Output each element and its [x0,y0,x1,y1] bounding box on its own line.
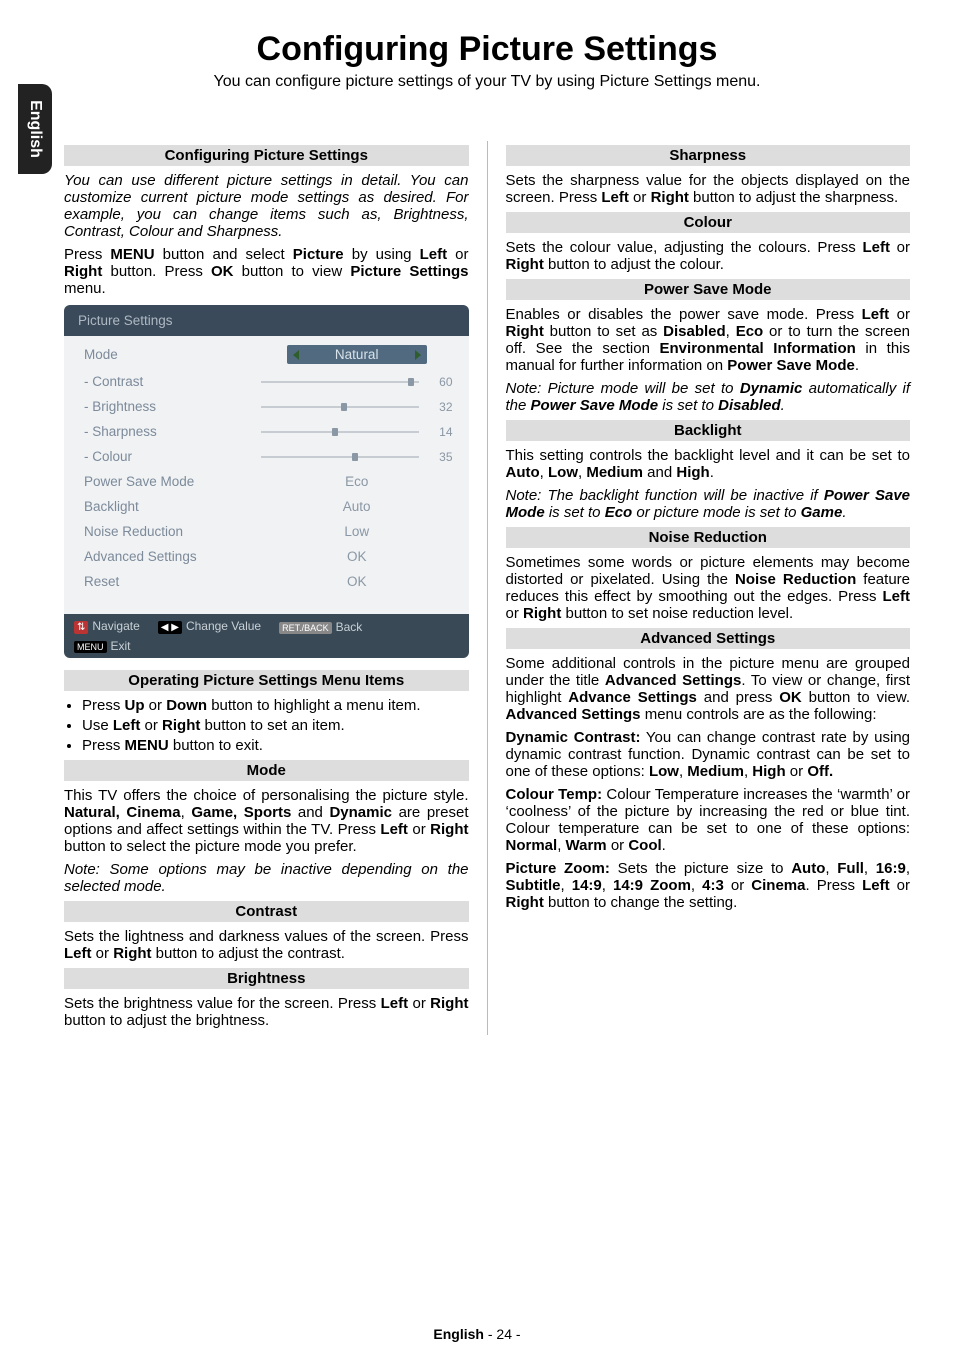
menu-row-advanced[interactable]: Advanced Settings OK [66,544,467,569]
menu-row-mode[interactable]: Mode Natural [66,340,467,369]
section-heading-brightness: Brightness [64,968,469,989]
mode-note: Note: Some options may be inactive depen… [64,861,469,895]
slider-thumb-icon[interactable] [332,428,338,436]
slider-thumb-icon[interactable] [408,378,414,386]
noise-text: Sometimes some words or picture elements… [506,554,911,622]
menu-row-psm[interactable]: Power Save Mode Eco [66,469,467,494]
menu-label-contrast: - Contrast [84,374,246,389]
section-heading-noise: Noise Reduction [506,527,911,548]
menu-row-contrast[interactable]: - Contrast 60 [66,369,467,394]
section-heading-configuring: Configuring Picture Settings [64,145,469,166]
colour-text: Sets the colour value, adjusting the col… [506,239,911,273]
configuring-instructions: Press MENU button and select Picture by … [64,246,469,297]
menu-label-psm: Power Save Mode [84,474,246,489]
updown-icon: ⇅ [74,621,88,634]
section-heading-colour: Colour [506,212,911,233]
backlight-text: This setting controls the backlight leve… [506,447,911,481]
section-heading-mode: Mode [64,760,469,781]
dynamic-contrast-text: Dynamic Contrast: You can change contras… [506,729,911,780]
column-divider [487,141,488,1035]
configuring-intro: You can use different picture settings i… [64,172,469,240]
menu-value-psm: Eco [261,474,453,489]
section-heading-sharpness: Sharpness [506,145,911,166]
list-item: Press MENU button to exit. [82,737,469,754]
footer-change: ◀ ▶Change Value [158,619,261,634]
menu-row-sharpness[interactable]: - Sharpness 14 [66,419,467,444]
left-column: Configuring Picture Settings You can use… [64,141,469,1035]
brightness-text: Sets the brightness value for the screen… [64,995,469,1029]
menu-label-backlight: Backlight [84,499,246,514]
retback-key-icon: RET./BACK [279,622,332,634]
menu-value-mode[interactable]: Natural [287,345,427,364]
menu-body: Mode Natural - Contrast 60 [64,336,469,614]
menu-header: Picture Settings [64,305,469,336]
menu-footer: ⇅Navigate ◀ ▶Change Value RET./BACKBack [64,614,469,639]
menu-row-colour[interactable]: - Colour 35 [66,444,467,469]
menu-row-brightness[interactable]: - Brightness 32 [66,394,467,419]
list-item: Use Left or Right button to set an item. [82,717,469,734]
menu-label-brightness: - Brightness [84,399,246,414]
page-footer: English - 24 - [0,1326,954,1342]
right-arrow-icon[interactable] [415,350,421,360]
menu-value-reset: OK [261,574,453,589]
section-heading-contrast: Contrast [64,901,469,922]
slider-thumb-icon[interactable] [352,453,358,461]
menu-label-colour: - Colour [84,449,246,464]
advanced-intro: Some additional controls in the picture … [506,655,911,723]
menu-row-noise[interactable]: Noise Reduction Low [66,519,467,544]
menu-value-brightness: 32 [427,400,453,414]
menu-value-contrast: 60 [427,375,453,389]
language-tab: English [18,84,52,174]
picture-settings-menu: Picture Settings Mode Natural [64,305,469,658]
mode-text: This TV offers the choice of personalisi… [64,787,469,855]
language-tab-label: English [26,100,44,158]
menu-value-noise: Low [261,524,453,539]
left-arrow-icon[interactable] [293,350,299,360]
right-column: Sharpness Sets the sharpness value for t… [506,141,911,1035]
menu-row-backlight[interactable]: Backlight Auto [66,494,467,519]
psm-note: Note: Picture mode will be set to Dynami… [506,380,911,414]
menu-label-advanced: Advanced Settings [84,549,246,564]
menu-key-icon: MENU [74,641,107,653]
section-heading-backlight: Backlight [506,420,911,441]
footer-navigate: ⇅Navigate [74,619,140,634]
backlight-note: Note: The backlight function will be ina… [506,487,911,521]
section-heading-operating: Operating Picture Settings Menu Items [64,670,469,691]
leftright-icon: ◀ ▶ [158,621,182,634]
menu-value-colour: 35 [427,450,453,464]
menu-label-reset: Reset [84,574,246,589]
footer-exit: MENUExit [74,639,131,653]
section-heading-advanced: Advanced Settings [506,628,911,649]
colour-temp-text: Colour Temp: Colour Temperature increase… [506,786,911,854]
sharpness-text: Sets the sharpness value for the objects… [506,172,911,206]
menu-value-advanced: OK [261,549,453,564]
menu-label-noise: Noise Reduction [84,524,246,539]
page-title: Configuring Picture Settings [64,30,910,69]
section-heading-psm: Power Save Mode [506,279,911,300]
contrast-text: Sets the lightness and darkness values o… [64,928,469,962]
footer-lang: English [433,1326,484,1342]
page-subtitle: You can configure picture settings of yo… [64,73,910,91]
menu-label-sharpness: - Sharpness [84,424,246,439]
list-item: Press Up or Down button to highlight a m… [82,697,469,714]
footer-page-number: - 24 - [484,1326,521,1342]
psm-text: Enables or disables the power save mode.… [506,306,911,374]
picture-zoom-text: Picture Zoom: Sets the picture size to A… [506,860,911,911]
menu-footer-2: MENUExit [64,639,469,658]
menu-row-reset[interactable]: Reset OK [66,569,467,594]
footer-back: RET./BACKBack [279,620,362,634]
operating-list: Press Up or Down button to highlight a m… [64,697,469,754]
menu-label-mode: Mode [84,347,246,362]
menu-value-backlight: Auto [261,499,453,514]
menu-value-sharpness: 14 [427,425,453,439]
slider-thumb-icon[interactable] [341,403,347,411]
